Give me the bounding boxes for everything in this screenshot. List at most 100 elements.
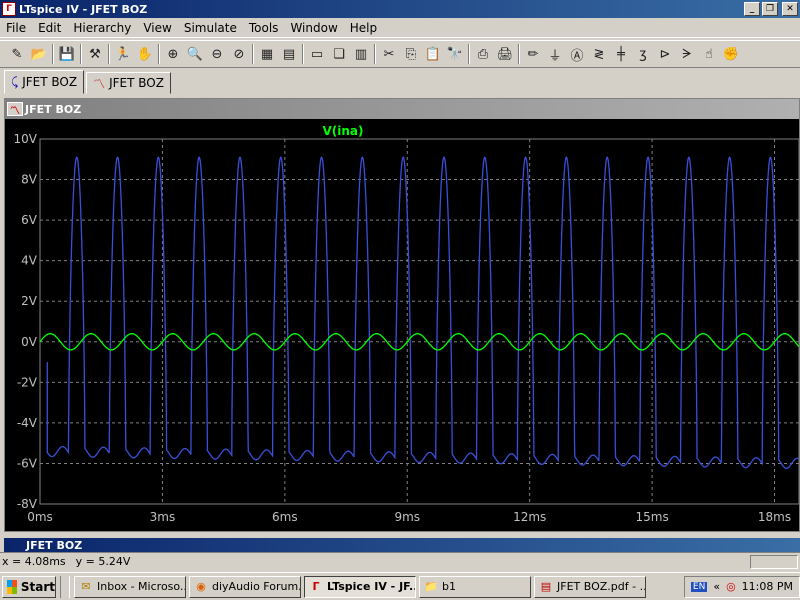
component-icon[interactable]: ᗒ: [676, 43, 698, 65]
task-ltspice[interactable]: Γ LTspice IV - JF...: [304, 575, 416, 598]
tray-expand-icon[interactable]: «: [713, 580, 720, 593]
cascade-icon[interactable]: ❏: [328, 43, 350, 65]
print-icon[interactable]: 🖨: [494, 43, 516, 65]
task-label: diyAudio Forum...: [212, 580, 301, 593]
schematic-window-titlebar[interactable]: JFET BOZ: [4, 538, 800, 552]
firefox-icon: ◉: [196, 580, 206, 593]
maximize-button[interactable]: ❐: [762, 2, 778, 16]
task-outlook[interactable]: ✉ Inbox - Microso...: [74, 575, 186, 598]
system-tray: EN « ◎ 11:08 PM: [683, 575, 800, 598]
ltspice-logo-icon[interactable]: Γ: [2, 2, 16, 16]
task-firefox[interactable]: ◉ diyAudio Forum...: [189, 575, 301, 598]
y-tick-label: 0V: [21, 335, 38, 349]
find-icon[interactable]: 🔭: [444, 43, 466, 65]
toolbar-separator: [468, 44, 470, 64]
menu-view[interactable]: View: [137, 21, 177, 35]
tray-app-icon[interactable]: ◎: [726, 580, 736, 593]
toolbar-separator: [52, 44, 54, 64]
schematic-window-title: JFET BOZ: [26, 538, 83, 552]
copy-icon[interactable]: ⎘: [400, 43, 422, 65]
inductor-icon[interactable]: ʒ: [632, 43, 654, 65]
y-tick-label: 4V: [21, 254, 38, 268]
toolbar-separator: [518, 44, 520, 64]
waveform-plot[interactable]: 10V 8V 6V 4V 2V 0V -2V -4V -6V -8V0ms 3ms 6ms 9ms 12m…: [5, 119, 799, 531]
move-icon[interactable]: ☝: [698, 43, 720, 65]
x-tick-label: 0ms: [27, 510, 53, 524]
pan-icon[interactable]: 🔍: [184, 43, 206, 65]
ltspice-logo-icon: Γ: [312, 580, 320, 593]
plot-area[interactable]: 10V 8V 6V 4V 2V 0V -2V -4V -6V -8V 0ms 3ms 6ms 9ms 12m…: [5, 119, 799, 531]
trace-title[interactable]: V(ina): [322, 124, 363, 138]
menu-file[interactable]: File: [0, 21, 32, 35]
traces: [39, 156, 799, 469]
label-icon[interactable]: Ⓐ: [566, 43, 588, 65]
cursor-y-readout: y = 5.24V: [75, 555, 131, 568]
autorange-icon[interactable]: ▦: [256, 43, 278, 65]
x-tick-label: 18ms: [758, 510, 791, 524]
halt-icon[interactable]: ✋: [134, 43, 156, 65]
y-tick-label: -6V: [17, 456, 38, 470]
run-icon[interactable]: 🏃: [112, 43, 134, 65]
quick-launch-separator: [60, 575, 70, 598]
resistor-icon[interactable]: ≷: [588, 43, 610, 65]
tab-waveform[interactable]: 〽 JFET BOZ: [86, 72, 171, 94]
status-bar: x = 4.08ms y = 5.24V: [0, 552, 800, 570]
x-tick-label: 6ms: [272, 510, 298, 524]
x-tick-label: 12ms: [513, 510, 546, 524]
axis-labels: 10V 8V 6V 4V 2V 0V -2V -4V -6V -8V0ms 3ms 6ms 9ms 12m…: [14, 132, 792, 524]
task-pdf[interactable]: ▤ JFET BOZ.pdf - ...: [534, 575, 646, 598]
outlook-icon: ✉: [81, 580, 91, 593]
diode-icon[interactable]: ⊳: [654, 43, 676, 65]
tile-horizontal-icon[interactable]: ▭: [306, 43, 328, 65]
folder-icon: 📁: [424, 580, 438, 593]
task-label: Inbox - Microso...: [97, 580, 186, 593]
toolbar-separator: [374, 44, 376, 64]
waveform-window: 〽 JFET BOZ 10V 8V 6V 4V 2V 0V -2V -4V -6V -8V 0ms 3…: [4, 98, 800, 532]
start-label: Start: [20, 579, 55, 594]
waveform-window-title: JFET BOZ: [25, 102, 82, 116]
capacitor-icon[interactable]: ╪: [610, 43, 632, 65]
task-label: b1: [442, 580, 456, 593]
trace-blue-line[interactable]: [46, 156, 799, 469]
clock: 11:08 PM: [741, 580, 793, 593]
tab-label: JFET BOZ: [22, 75, 78, 89]
toolbar-separator: [108, 44, 110, 64]
paste-icon[interactable]: 📋: [422, 43, 444, 65]
menu-simulate[interactable]: Simulate: [178, 21, 243, 35]
zoom-out-icon[interactable]: ⊖: [206, 43, 228, 65]
waveform-icon: 〽: [7, 102, 23, 117]
x-tick-label: 15ms: [635, 510, 668, 524]
grid-icon[interactable]: ▤: [278, 43, 300, 65]
tile-vertical-icon[interactable]: ▥: [350, 43, 372, 65]
new-schematic-icon[interactable]: ✎: [6, 43, 28, 65]
tab-schematic[interactable]: ⤹ JFET BOZ: [4, 70, 85, 94]
minimize-button[interactable]: _: [744, 2, 760, 16]
zoom-fit-icon[interactable]: ⊘: [228, 43, 250, 65]
waveform-window-titlebar[interactable]: 〽 JFET BOZ: [5, 99, 799, 119]
task-folder[interactable]: 📁 b1: [419, 575, 531, 598]
control-panel-icon[interactable]: ⚒: [84, 43, 106, 65]
task-label: LTspice IV - JF...: [327, 580, 416, 593]
start-button[interactable]: Start: [2, 575, 56, 598]
ground-icon[interactable]: ⏚: [544, 43, 566, 65]
menu-help[interactable]: Help: [344, 21, 383, 35]
zoom-in-icon[interactable]: ⊕: [162, 43, 184, 65]
open-icon[interactable]: 📂: [28, 43, 50, 65]
document-tabs: ⤹ JFET BOZ 〽 JFET BOZ: [0, 70, 800, 94]
taskbar: Start ✉ Inbox - Microso... ◉ diyAudio Fo…: [0, 572, 800, 600]
drag-icon[interactable]: ✊: [720, 43, 742, 65]
save-icon[interactable]: 💾: [56, 43, 78, 65]
menu-edit[interactable]: Edit: [32, 21, 67, 35]
y-tick-label: 6V: [21, 213, 38, 227]
wire-icon[interactable]: ✏: [522, 43, 544, 65]
language-indicator[interactable]: EN: [690, 581, 708, 592]
print-preview-icon[interactable]: ⎙: [472, 43, 494, 65]
y-tick-label: -2V: [17, 375, 38, 389]
menu-window[interactable]: Window: [284, 21, 343, 35]
cut-icon[interactable]: ✂: [378, 43, 400, 65]
toolbar-separator: [252, 44, 254, 64]
menu-hierarchy[interactable]: Hierarchy: [67, 21, 137, 35]
status-panel: [750, 554, 798, 569]
menu-tools[interactable]: Tools: [243, 21, 285, 35]
close-button[interactable]: ✕: [782, 2, 798, 16]
